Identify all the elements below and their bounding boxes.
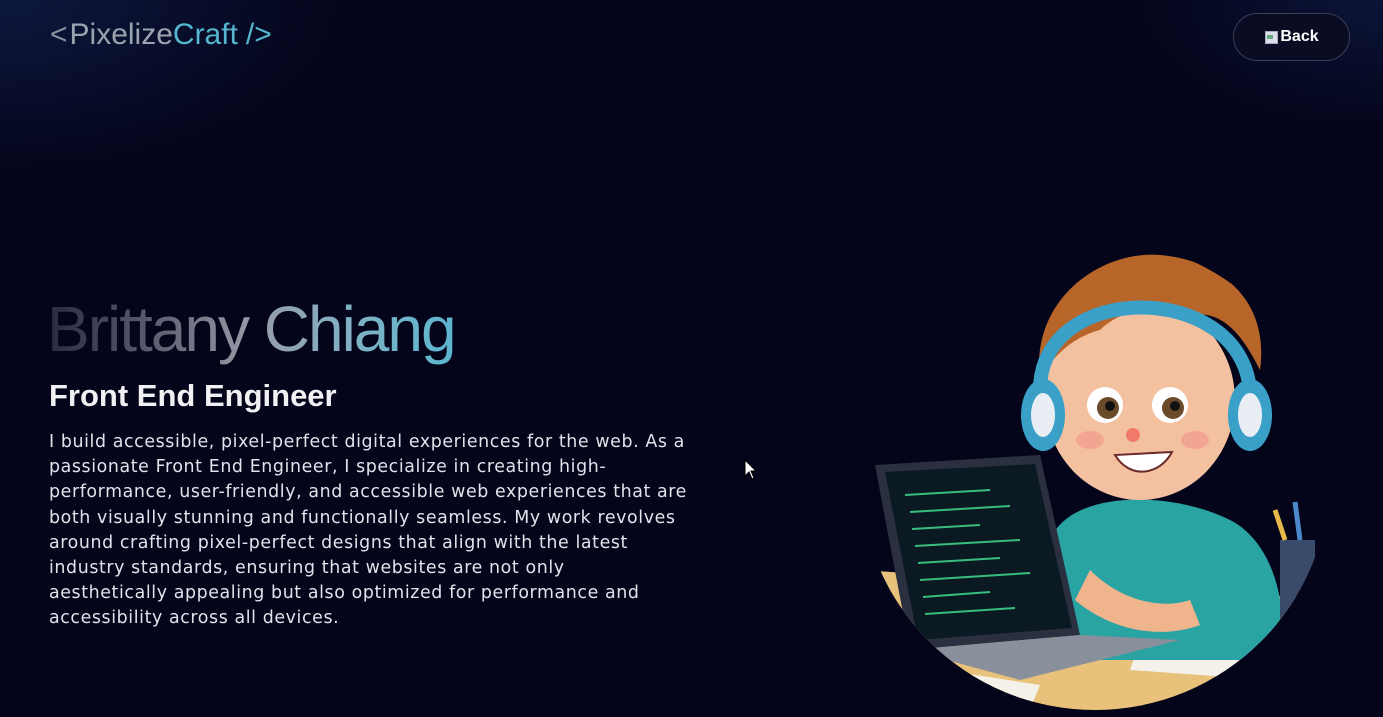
logo-bracket-open: < (50, 18, 68, 51)
hero-name: Brittany Chiang (47, 293, 457, 365)
mouse-cursor-icon (744, 459, 758, 480)
broken-image-icon (1264, 30, 1279, 44)
hero-bio: I build accessible, pixel-perfect digita… (49, 432, 687, 629)
back-button-label: Back (1280, 28, 1319, 45)
portrait-illustration (860, 240, 1330, 710)
logo[interactable]: < Pixelize Craft /> (50, 18, 272, 52)
back-button[interactable]: Back (1233, 13, 1350, 61)
logo-craft: Craft (172, 18, 238, 51)
logo-pixelize: Pixelize (69, 18, 173, 51)
logo-bracket-close: /> (245, 18, 272, 51)
hero-role: Front End Engineer (49, 378, 337, 413)
